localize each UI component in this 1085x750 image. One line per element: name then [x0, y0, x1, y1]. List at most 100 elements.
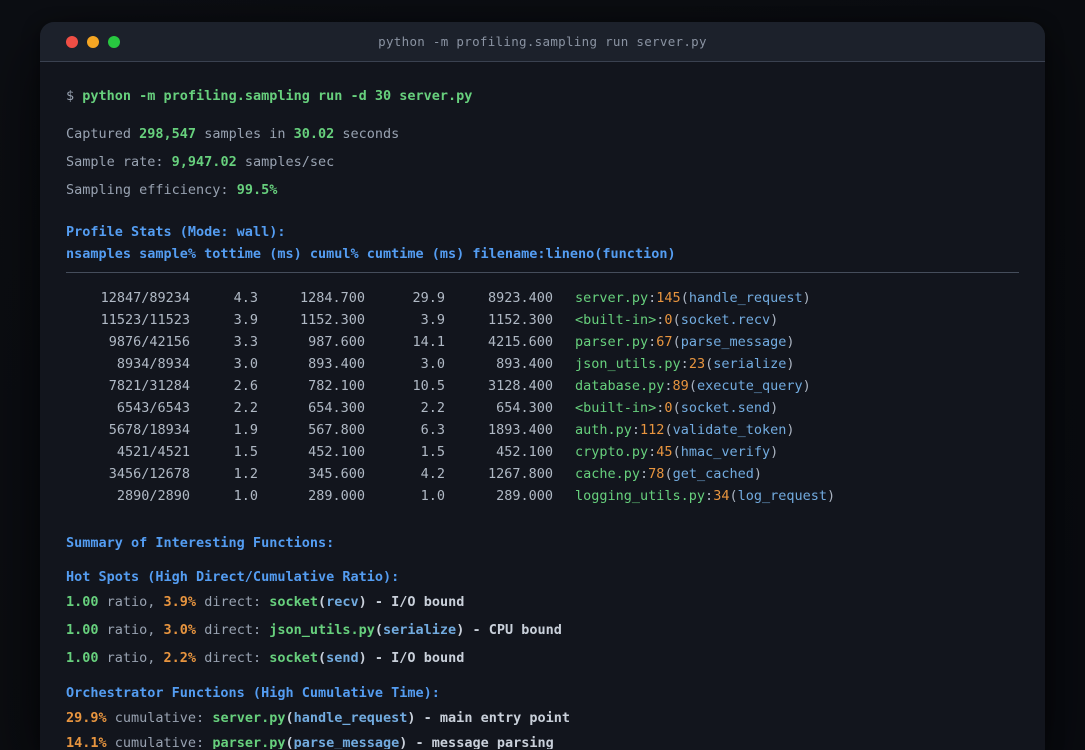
captured-duration: 30.02: [293, 126, 335, 142]
filename: <built-in>: [575, 312, 657, 328]
nsamples-cell: 9876/42156: [108, 334, 190, 350]
sample-pct-cell: 4.3: [233, 290, 258, 306]
module-name: server.py: [212, 710, 286, 726]
tottime-cell: 345.600: [308, 466, 365, 482]
function-name: validate_token: [672, 422, 787, 438]
efficiency-value: 99.5%: [236, 182, 278, 198]
captured-label-2: samples in: [196, 126, 294, 142]
function-name: serialize: [713, 356, 787, 372]
cumul-pct-cell: 1.5: [420, 444, 445, 460]
tottime-cell: 987.600: [308, 334, 365, 350]
captured-label: Captured: [66, 126, 140, 142]
terminal-screen[interactable]: $ python -m profiling.sampling run -d 30…: [40, 62, 1045, 749]
nsamples-cell: 12847/89234: [100, 290, 190, 306]
titlebar[interactable]: python -m profiling.sampling run server.…: [40, 22, 1045, 62]
stats-row: 7821/31284 2.6 782.100 10.5 3128.400 database…: [66, 375, 1019, 397]
lineno: 23: [688, 356, 706, 372]
prompt-symbol: $: [66, 88, 83, 104]
sample-pct-cell: 3.3: [233, 334, 258, 350]
location-cell: server.py:145(handle_request): [575, 290, 811, 306]
cumul-pct-cell: 1.0: [420, 488, 445, 504]
stats-row: 4521/4521 1.5 452.100 1.5 452.100 crypto.py:4…: [66, 441, 1019, 463]
function-name: parse_message: [293, 735, 400, 749]
cumul-pct-cell: 6.3: [420, 422, 445, 438]
tottime-cell: 782.100: [308, 378, 365, 394]
direct-pct: 3.0%: [163, 622, 197, 638]
direct-pct: 2.2%: [163, 650, 197, 666]
nsamples-cell: 2890/2890: [116, 488, 190, 504]
sample-pct-cell: 3.9: [233, 312, 258, 328]
location-cell: <built-in>:0(socket.send): [575, 400, 779, 416]
function-name: serialize: [383, 622, 457, 638]
stats-row: 12847/89234 4.3 1284.700 29.9 8923.400 server…: [66, 287, 1019, 309]
filename: json_utils.py: [575, 356, 681, 372]
nsamples-cell: 5678/18934: [108, 422, 190, 438]
sample-rate-line: Sample rate: 9,947.02 samples/sec: [66, 151, 1019, 173]
tottime-cell: 1284.700: [299, 290, 365, 306]
function-name: log_request: [737, 488, 827, 504]
hot-spot-item: 1.00 ratio, 3.9% direct: socket(recv) - …: [66, 591, 1019, 613]
function-name: handle_request: [688, 290, 803, 306]
function-name: recv: [326, 594, 359, 610]
cumtime-cell: 452.100: [496, 444, 553, 460]
captured-label-3: seconds: [334, 126, 400, 142]
efficiency-label: Sampling efficiency:: [66, 182, 237, 198]
location-cell: logging_utils.py:34(log_request): [575, 488, 836, 504]
ratio-value: 1.00: [66, 622, 99, 638]
nsamples-cell: 4521/4521: [116, 444, 190, 460]
cumtime-cell: 893.400: [496, 356, 553, 372]
cumul-pct-cell: 14.1: [412, 334, 445, 350]
orchestrator-note: - main entry point: [415, 710, 570, 726]
location-cell: auth.py:112(validate_token): [575, 422, 795, 438]
hot-spot-item: 1.00 ratio, 2.2% direct: socket(send) - …: [66, 647, 1019, 669]
location-cell: cache.py:78(get_cached): [575, 466, 762, 482]
cumtime-cell: 4215.600: [487, 334, 553, 350]
stats-row: 2890/2890 1.0 289.000 1.0 289.000 logging_uti…: [66, 485, 1019, 507]
tottime-cell: 452.100: [308, 444, 365, 460]
cumtime-cell: 289.000: [496, 488, 553, 504]
filename: logging_utils.py: [575, 488, 706, 504]
efficiency-line: Sampling efficiency: 99.5%: [66, 179, 1019, 201]
stats-row: 5678/18934 1.9 567.800 6.3 1893.400 auth.py:1…: [66, 419, 1019, 441]
lineno: 45: [656, 444, 673, 460]
bound-note: - I/O bound: [366, 594, 465, 610]
function-name: socket.recv: [680, 312, 771, 328]
filename: database.py: [575, 378, 665, 394]
function-name: send: [326, 650, 359, 666]
stats-row: 11523/11523 3.9 1152.300 3.9 1152.300 <built-…: [66, 309, 1019, 331]
stats-row: 6543/6543 2.2 654.300 2.2 654.300 <built-in>:…: [66, 397, 1019, 419]
cumtime-cell: 8923.400: [487, 290, 553, 306]
nsamples-cell: 8934/8934: [116, 356, 190, 372]
function-name: execute_query: [696, 378, 803, 394]
orchestrator-heading: Orchestrator Functions (High Cumulative …: [66, 685, 440, 701]
filename: parser.py: [575, 334, 649, 350]
stats-row: 3456/12678 1.2 345.600 4.2 1267.800 cache.py:…: [66, 463, 1019, 485]
sample-pct-cell: 1.0: [233, 488, 258, 504]
sample-pct-cell: 2.6: [233, 378, 258, 394]
cumtime-cell: 1267.800: [487, 466, 553, 482]
location-cell: <built-in>:0(socket.recv): [575, 312, 779, 328]
function-name: get_cached: [672, 466, 754, 482]
terminal-window: python -m profiling.sampling run server.…: [40, 22, 1045, 750]
orchestrator-note: - message parsing: [407, 735, 554, 749]
location-cell: json_utils.py:23(serialize): [575, 356, 795, 372]
cumul-pct-cell: 29.9: [412, 290, 445, 306]
rate-value: 9,947.02: [171, 154, 237, 170]
stats-row: 9876/42156 3.3 987.600 14.1 4215.600 parser.p…: [66, 331, 1019, 353]
function-name: handle_request: [293, 710, 408, 726]
summary-heading: Summary of Interesting Functions:: [66, 535, 335, 551]
cumulative-pct: 29.9%: [66, 710, 107, 726]
lineno: 145: [656, 290, 681, 306]
stats-row: 8934/8934 3.0 893.400 3.0 893.400 json_utils.…: [66, 353, 1019, 375]
lineno: 34: [713, 488, 730, 504]
filename: <built-in>: [575, 400, 657, 416]
ratio-value: 1.00: [66, 650, 99, 666]
cumulative-pct: 14.1%: [66, 735, 107, 749]
nsamples-cell: 6543/6543: [116, 400, 190, 416]
command-line: $ python -m profiling.sampling run -d 30…: [66, 85, 1019, 107]
cumtime-cell: 3128.400: [487, 378, 553, 394]
tottime-cell: 654.300: [308, 400, 365, 416]
stats-column-headers: nsamples sample% tottime (ms) cumul% cum…: [66, 246, 676, 262]
bound-note: - I/O bound: [366, 650, 465, 666]
table-divider: [66, 272, 1019, 273]
